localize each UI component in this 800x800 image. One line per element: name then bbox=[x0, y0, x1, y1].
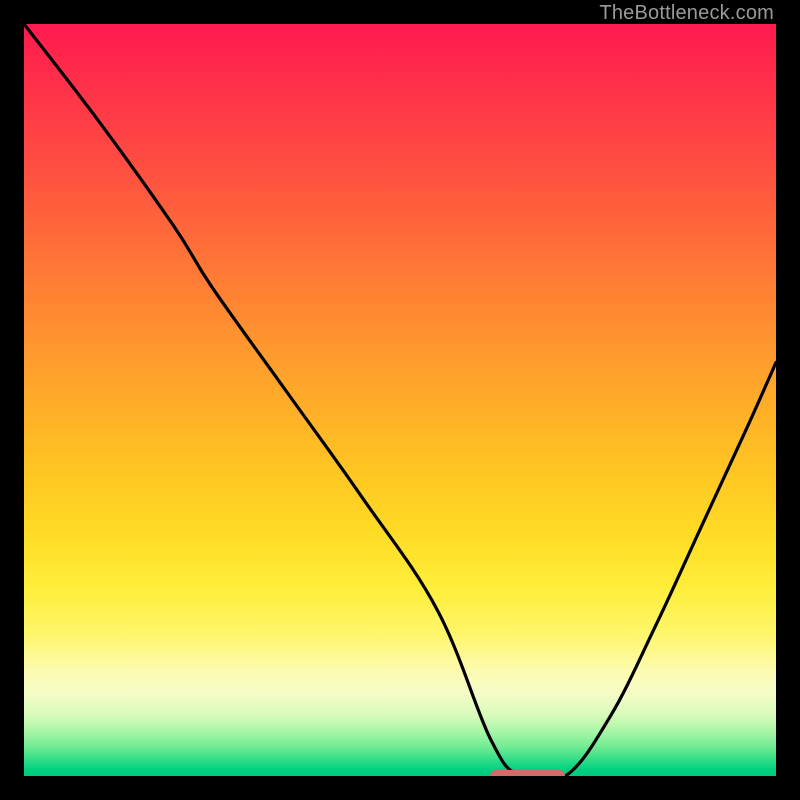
gradient-background bbox=[24, 24, 776, 776]
optimal-marker bbox=[490, 770, 565, 776]
plot-area bbox=[24, 24, 776, 776]
chart-frame: TheBottleneck.com bbox=[0, 0, 800, 800]
watermark-text: TheBottleneck.com bbox=[599, 2, 774, 25]
